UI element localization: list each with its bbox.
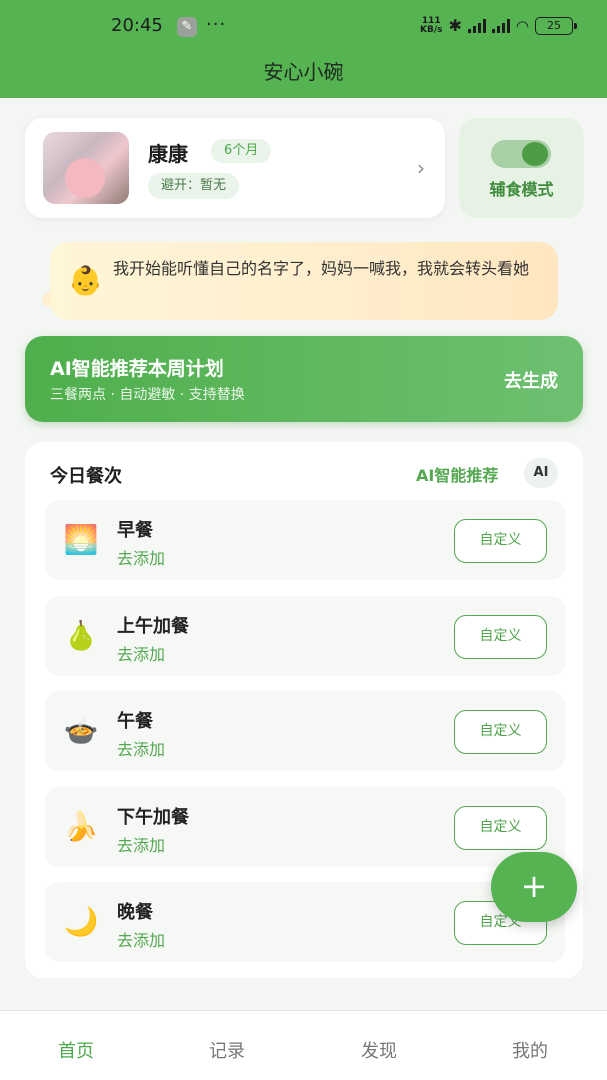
- wifi-icon: ◠: [515, 16, 529, 35]
- app-header: 20:45 ✎ ··· 111 KB/s ✱ ◠ 25 安心小碗: [0, 0, 607, 98]
- meal-row-afternoon-snack[interactable]: 🍌 下午加餐 去添加 自定义: [45, 787, 565, 867]
- meal-add-link[interactable]: 去添加: [117, 832, 165, 856]
- baby-name: 康康: [148, 142, 188, 166]
- meal-add-link[interactable]: 去添加: [117, 927, 165, 951]
- tab-mine[interactable]: 我的: [490, 1037, 570, 1063]
- customize-button[interactable]: 自定义: [454, 710, 547, 754]
- tip-text: 我开始能听懂自己的名字了，妈妈一喊我，我就会转头看她: [113, 259, 530, 278]
- status-icons: 111 KB/s ✱ ◠ 25: [420, 15, 577, 35]
- meal-row-morning-snack[interactable]: 🍐 上午加餐 去添加 自定义: [45, 596, 565, 676]
- more-notifications-icon: ···: [206, 14, 227, 35]
- bluetooth-icon: ✱: [448, 16, 462, 35]
- ai-recommend-link[interactable]: AI智能推荐: [416, 462, 498, 486]
- milestone-tip: 👶 我开始能听懂自己的名字了，妈妈一喊我，我就会转头看她: [50, 242, 558, 320]
- tab-discover[interactable]: 发现: [339, 1037, 419, 1063]
- chevron-right-icon[interactable]: ›: [417, 156, 425, 180]
- status-time: 20:45: [111, 15, 163, 36]
- age-badge: 6个月: [211, 139, 272, 163]
- baby-face-icon: 👶: [68, 264, 103, 297]
- feeding-mode-toggle[interactable]: [491, 140, 551, 168]
- page-title: 安心小碗: [263, 60, 344, 84]
- network-speed: 111 KB/s: [420, 15, 443, 35]
- meal-row-lunch[interactable]: 🍲 午餐 去添加 自定义: [45, 691, 565, 771]
- ai-chip[interactable]: AI: [524, 458, 558, 488]
- baby-profile-card[interactable]: 康康 6个月 避开：暂无 ›: [25, 118, 445, 218]
- status-bar: 20:45 ✎ ··· 111 KB/s ✱ ◠ 25: [0, 0, 607, 54]
- avatar: [43, 132, 129, 204]
- generate-button[interactable]: 去生成: [504, 367, 558, 393]
- signal-icon: [491, 18, 510, 33]
- meal-add-link[interactable]: 去添加: [117, 545, 165, 569]
- meal-add-link[interactable]: 去添加: [117, 736, 165, 760]
- pot-icon: 🍲: [63, 714, 99, 747]
- ai-plan-banner[interactable]: AI智能推荐本周计划 三餐两点 · 自动避敏 · 支持替换 去生成: [25, 336, 583, 422]
- banana-icon: 🍌: [63, 810, 99, 843]
- moon-icon: 🌙: [63, 905, 99, 938]
- feeding-mode-label: 辅食模式: [489, 180, 554, 199]
- signal-icon: [467, 18, 486, 33]
- battery-icon: 25: [535, 16, 577, 35]
- meal-name: 上午加餐: [117, 616, 189, 637]
- customize-button[interactable]: 自定义: [454, 519, 547, 563]
- allergy-badge: 避开：暂无: [148, 173, 240, 199]
- ai-banner-title: AI智能推荐本周计划: [50, 358, 224, 380]
- meal-name: 早餐: [117, 520, 153, 541]
- tab-records[interactable]: 记录: [187, 1037, 267, 1063]
- tab-home[interactable]: 首页: [36, 1037, 116, 1063]
- feeding-mode-card[interactable]: 辅食模式: [459, 118, 584, 218]
- add-fab-button[interactable]: +: [491, 852, 577, 922]
- sunrise-icon: 🌅: [63, 523, 99, 556]
- meal-add-link[interactable]: 去添加: [117, 641, 165, 665]
- meal-name: 下午加餐: [117, 807, 189, 828]
- pear-icon: 🍐: [63, 619, 99, 652]
- wrench-icon: ✎: [177, 17, 197, 37]
- ai-banner-subtitle: 三餐两点 · 自动避敏 · 支持替换: [50, 387, 245, 403]
- meal-row-dinner[interactable]: 🌙 晚餐 去添加 自定义: [45, 882, 565, 962]
- meal-name: 晚餐: [117, 902, 153, 923]
- meals-title: 今日餐次: [50, 466, 122, 487]
- meal-row-breakfast[interactable]: 🌅 早餐 去添加 自定义: [45, 500, 565, 580]
- meal-name: 午餐: [117, 711, 153, 732]
- bottom-tab-bar: 首页 记录 发现 我的: [0, 1010, 607, 1080]
- customize-button[interactable]: 自定义: [454, 615, 547, 659]
- customize-button[interactable]: 自定义: [454, 806, 547, 850]
